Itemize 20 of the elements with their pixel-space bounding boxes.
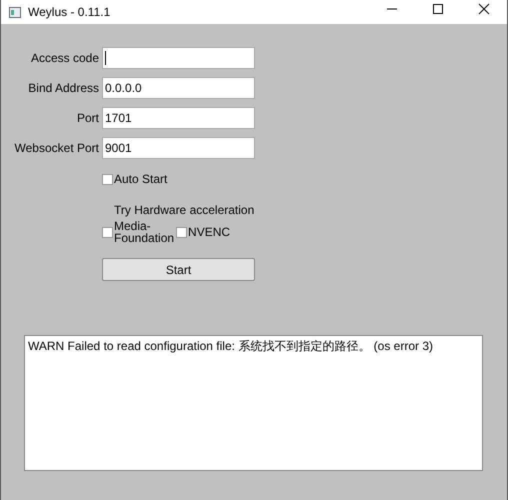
input-field[interactable] (102, 47, 255, 69)
log-message: WARN Failed to read configuration file: 系统找不到指定的路径。 (os error 3) (28, 339, 433, 353)
checkbox-label: NVENC (188, 226, 230, 238)
window-title: Weylus - 0.11.1 (28, 5, 110, 19)
input-field[interactable]: 0.0.0.0 (102, 77, 255, 99)
app-icon (9, 6, 21, 18)
checkbox[interactable] (102, 174, 113, 184)
field-label: Websocket Port (14, 141, 99, 155)
checkbox[interactable] (102, 226, 113, 238)
checkbox-label: Media- Foundation (114, 220, 174, 244)
input-field[interactable]: 9001 (102, 137, 255, 159)
start-button[interactable]: Start (102, 258, 255, 281)
field-label: Access code (30, 51, 99, 65)
input-field[interactable]: 1701 (102, 107, 255, 129)
field-label: Bind Address (27, 81, 99, 95)
field-label: Port (76, 111, 99, 125)
text-cursor-icon (105, 51, 106, 65)
checkbox[interactable] (176, 226, 188, 238)
checkbox-label: Auto Start (114, 172, 168, 186)
section-heading: Try Hardware acceleration (114, 203, 255, 217)
